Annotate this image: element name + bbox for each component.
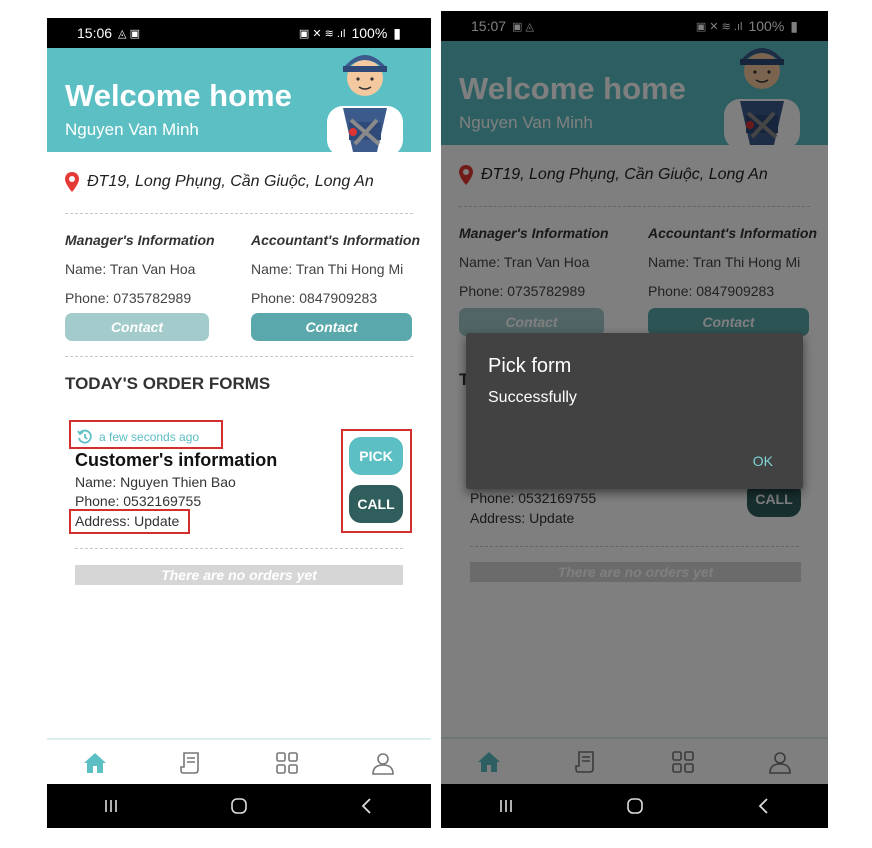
home-icon[interactable] [82, 750, 108, 776]
manager-info: Manager's Information Name: Tran Van Hoa… [65, 232, 235, 306]
grid-icon[interactable] [274, 750, 300, 776]
no-orders-banner: There are no orders yet [75, 565, 403, 585]
dialog-ok-button[interactable]: OK [753, 453, 773, 469]
status-time: 15:06 [77, 25, 113, 41]
user-name: Nguyen Van Minh [65, 120, 199, 139]
status-bar-overlay [441, 11, 828, 41]
manager-name: Name: Tran Van Hoa [65, 261, 196, 277]
pick-form-dialog: Pick form Successfully OK [466, 333, 803, 489]
location-row: ĐT19, Long Phụng, Cần Giuộc, Long An [65, 172, 374, 192]
recents-icon[interactable] [101, 796, 121, 816]
highlight-box [69, 509, 190, 534]
user-icon[interactable] [370, 750, 396, 776]
accountant-phone: Phone: 0847909283 [251, 290, 378, 306]
back-icon[interactable] [357, 796, 377, 816]
status-bar: 15:06 ◬ ▣ ▣ ✕ ≋ .ıl 100% ▮ [47, 18, 431, 48]
location-text: ĐT19, Long Phụng, Cần Giuộc, Long An [87, 173, 374, 190]
divider [65, 213, 413, 214]
dialog-title: Pick form [488, 355, 572, 377]
signal-icons: ▣ ✕ ≋ .ıl [298, 27, 346, 40]
back-icon[interactable] [754, 796, 774, 816]
divider [75, 548, 403, 549]
order-forms-title: TODAY'S ORDER FORMS [65, 374, 271, 393]
battery-icon: ▮ [393, 24, 401, 41]
notification-icon: ◬ ▣ [118, 27, 140, 40]
accountant-title: Accountant's Information [251, 232, 420, 248]
contact-manager-button[interactable]: Contact [65, 313, 209, 341]
worker-illustration [327, 55, 403, 152]
accountant-info: Accountant's Information Name: Tran Thi … [251, 232, 421, 306]
map-pin-icon [65, 172, 79, 192]
dialog-message: Successfully [488, 389, 577, 406]
divider [65, 356, 413, 357]
phone-screen-2: 15:07 ▣ ◬ ▣ ✕ ≋ .ıl 100% ▮ Welcome home … [441, 11, 828, 828]
system-nav-bar [441, 784, 828, 828]
home-nav-icon[interactable] [229, 796, 249, 816]
system-nav-bar [47, 784, 431, 828]
accountant-name: Name: Tran Thi Hong Mi [251, 261, 404, 277]
bottom-tab-bar [47, 738, 431, 786]
highlight-box [341, 429, 412, 533]
contact-accountant-button[interactable]: Contact [251, 313, 412, 341]
manager-phone: Phone: 0735782989 [65, 290, 192, 306]
receipt-icon[interactable] [178, 750, 204, 776]
battery-level: 100% [351, 25, 388, 41]
customer-title: Customer's information [75, 450, 278, 470]
customer-phone: Phone: 0532169755 [75, 493, 202, 509]
home-nav-icon[interactable] [625, 796, 645, 816]
customer-name: Name: Nguyen Thien Bao [75, 474, 236, 490]
highlight-box [69, 420, 223, 449]
welcome-header: Welcome home Nguyen Van Minh [47, 48, 431, 152]
manager-title: Manager's Information [65, 232, 215, 248]
phone-screen-1: 15:06 ◬ ▣ ▣ ✕ ≋ .ıl 100% ▮ Welcome home … [47, 18, 431, 828]
welcome-title: Welcome home [65, 78, 292, 113]
recents-icon[interactable] [496, 796, 516, 816]
